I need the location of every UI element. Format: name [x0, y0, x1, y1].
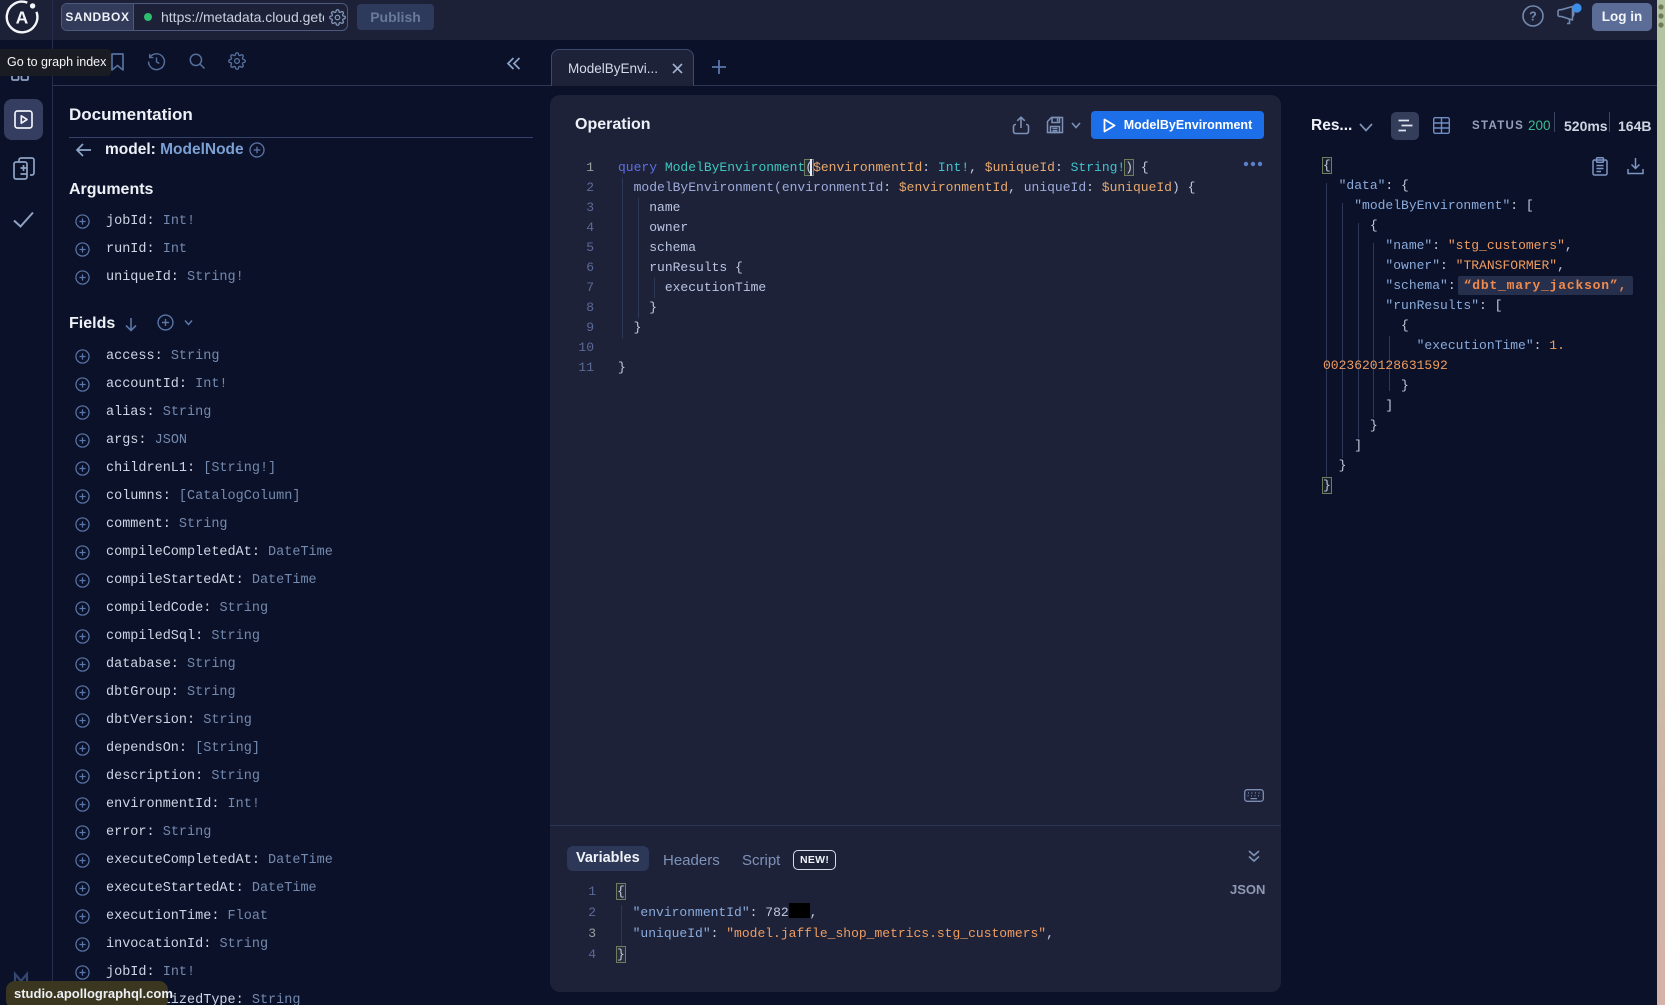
svg-text:A: A	[16, 8, 29, 28]
svg-text:?: ?	[1529, 10, 1537, 24]
